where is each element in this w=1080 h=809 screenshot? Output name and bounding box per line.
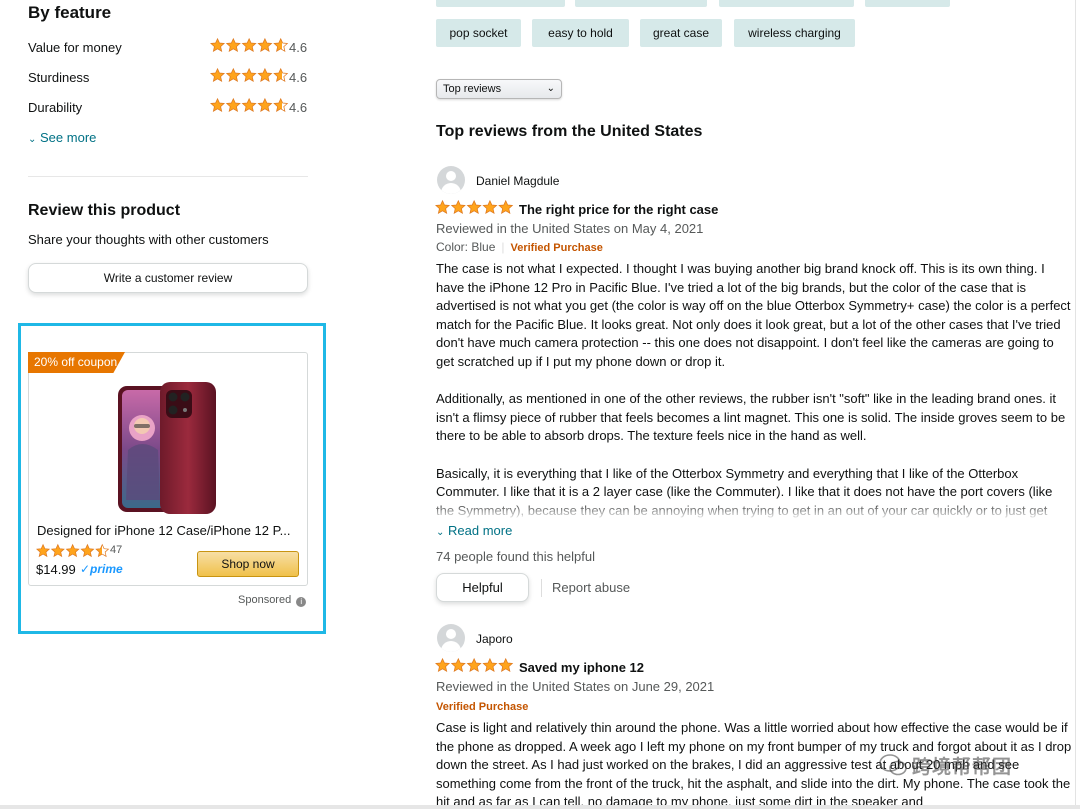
watermark: 跨境帮帮团 <box>912 757 1013 778</box>
report-abuse-link[interactable]: Report abuse <box>552 580 630 595</box>
info-icon[interactable]: i <box>296 597 307 607</box>
divider <box>28 176 308 177</box>
feature-stars-icon <box>210 97 289 117</box>
shop-now-button[interactable]: Shop now <box>197 551 299 577</box>
feature-name: Durability <box>28 100 83 115</box>
review-product-title: Review this product <box>28 202 181 219</box>
chevron-down-icon: ⌄ <box>546 83 555 94</box>
scrollbar[interactable] <box>1075 0 1076 809</box>
review-paragraph: The case is not what I expected. I thoug… <box>436 261 1071 369</box>
wechat-logo-icon <box>879 754 907 776</box>
review-body: The case is not what I expected. I thoug… <box>436 260 1072 518</box>
tag-great-case[interactable]: great case <box>640 19 722 47</box>
bottom-border <box>0 805 1080 809</box>
review-stars-icon[interactable] <box>435 199 514 221</box>
feature-score: 4.6 <box>289 70 308 85</box>
reviewer-name[interactable]: Japoro <box>476 632 513 646</box>
tag-row-above <box>575 0 707 7</box>
ad-rating-count[interactable]: 47 <box>110 544 122 556</box>
review-color[interactable]: Color: Blue <box>436 240 495 254</box>
tag-pop-socket[interactable]: pop socket <box>436 19 521 47</box>
sponsored-text: Sponsored <box>238 594 292 606</box>
review-date: Reviewed in the United States on June 29… <box>436 679 715 694</box>
review-variant: Color: Blue | Verified Purchase <box>436 240 603 254</box>
tag-row-above <box>865 0 950 7</box>
review-headline[interactable]: The right price for the right case <box>519 202 718 217</box>
see-more-link[interactable]: ⌄ See more <box>28 130 96 145</box>
separator: | <box>501 240 505 254</box>
coupon-badge: 20% off coupon <box>28 352 125 373</box>
sort-selected: Top reviews <box>443 83 502 95</box>
sponsored-label: Sponsored i <box>238 594 307 607</box>
avatar-icon[interactable] <box>437 166 465 194</box>
chevron-down-icon: ⌄ <box>436 527 445 538</box>
feature-score: 4.6 <box>289 100 308 115</box>
feature-stars-icon <box>210 67 289 87</box>
ad-price: $14.99 <box>36 562 76 577</box>
feature-row-sturdiness: Sturdiness 4.6 <box>28 67 313 88</box>
review-product-subtitle: Share your thoughts with other customers <box>28 232 269 247</box>
chevron-down-icon: ⌄ <box>28 134 37 145</box>
tag-row-above <box>436 0 565 7</box>
tag-easy-to-hold[interactable]: easy to hold <box>532 19 629 47</box>
review-variant: Verified Purchase <box>436 699 528 713</box>
avatar-icon[interactable] <box>437 624 465 652</box>
divider <box>541 579 542 597</box>
review-stars-icon[interactable] <box>435 657 514 679</box>
product-image[interactable] <box>112 380 224 518</box>
verified-purchase-badge: Verified Purchase <box>510 242 603 254</box>
review-date: Reviewed in the United States on May 4, … <box>436 221 704 236</box>
review-headline[interactable]: Saved my iphone 12 <box>519 660 644 675</box>
verified-purchase-badge: Verified Purchase <box>436 701 529 713</box>
helpful-count: 74 people found this helpful <box>436 549 596 564</box>
by-feature-title: By feature <box>28 3 112 22</box>
feature-score: 4.6 <box>289 40 308 55</box>
sort-dropdown[interactable]: Top reviews ⌄ <box>436 79 562 99</box>
reviewer-name[interactable]: Daniel Magdule <box>476 174 559 188</box>
tag-row-above <box>719 0 854 7</box>
ad-stars-icon <box>36 543 110 564</box>
read-more-label: Read more <box>448 523 513 538</box>
see-more-label: See more <box>40 130 97 145</box>
feature-stars-icon <box>210 37 289 57</box>
feature-name: Sturdiness <box>28 70 90 85</box>
feature-name: Value for money <box>28 40 122 55</box>
text-fade <box>436 500 1076 518</box>
ad-product-name[interactable]: Designed for iPhone 12 Case/iPhone 12 P.… <box>37 523 302 538</box>
helpful-button[interactable]: Helpful <box>436 573 529 602</box>
top-reviews-title: Top reviews from the United States <box>436 123 703 140</box>
feature-row-value-for-money: Value for money 4.6 <box>28 37 313 58</box>
write-review-button[interactable]: Write a customer review <box>28 263 308 293</box>
read-more-link[interactable]: ⌄ Read more <box>436 523 512 538</box>
tag-wireless-charging[interactable]: wireless charging <box>734 19 855 47</box>
feature-row-durability: Durability 4.6 <box>28 97 313 118</box>
prime-icon: ✓prime <box>80 562 123 576</box>
review-paragraph: Additionally, as mentioned in one of the… <box>436 391 1066 444</box>
